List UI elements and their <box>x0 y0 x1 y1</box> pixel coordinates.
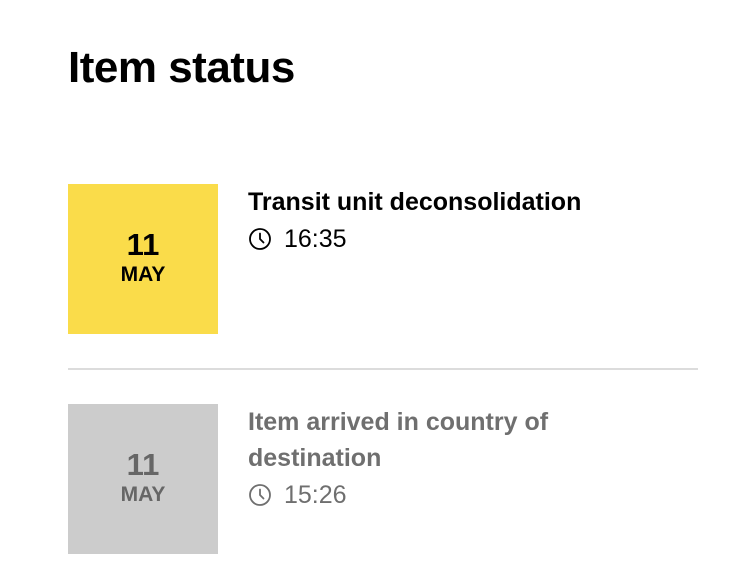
status-time: 15:26 <box>284 481 347 509</box>
date-badge: 11 MAY <box>68 404 218 554</box>
clock-icon <box>248 227 272 251</box>
status-details: Item arrived in country of destination 1… <box>248 404 658 510</box>
date-day: 11 <box>126 227 160 262</box>
status-time-row: 15:26 <box>248 480 658 510</box>
clock-icon <box>248 483 272 507</box>
date-month: MAY <box>120 483 166 506</box>
date-month: MAY <box>120 263 166 286</box>
date-badge: 11 MAY <box>68 184 218 334</box>
status-time-row: 16:35 <box>248 224 658 254</box>
page-title: Item status <box>68 43 295 92</box>
status-title: Transit unit deconsolidation <box>248 188 582 216</box>
status-details: Transit unit deconsolidation 16:35 <box>248 184 658 254</box>
divider <box>68 368 698 370</box>
date-day: 11 <box>126 447 160 482</box>
status-title: Item arrived in country of destination <box>248 408 549 472</box>
status-time: 16:35 <box>284 225 347 253</box>
